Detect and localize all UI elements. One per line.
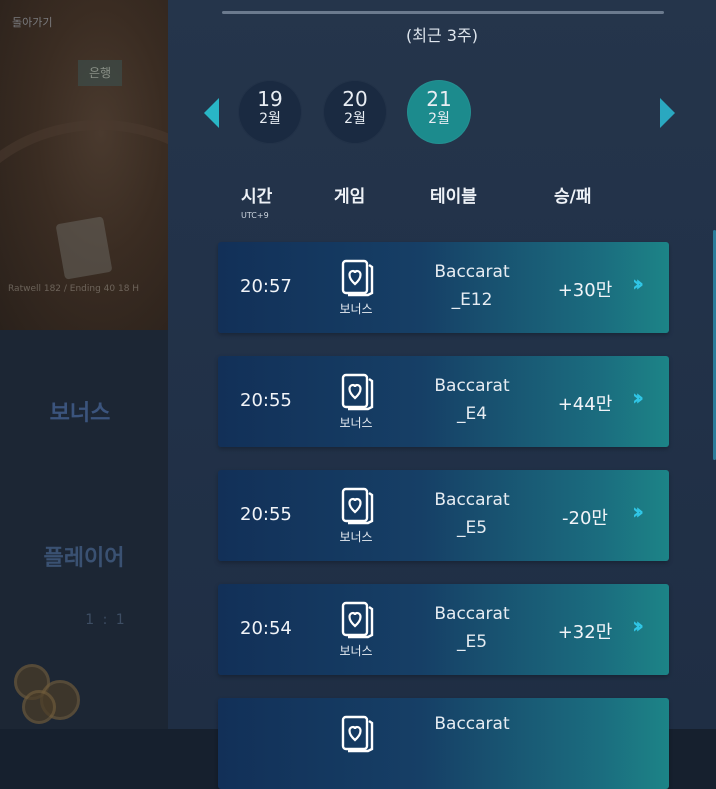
double-chevron-right-icon[interactable]: ››	[632, 386, 644, 411]
date-month: 2월	[259, 111, 281, 127]
row-game-type: 보너스	[339, 644, 373, 658]
dealer-sign: 은행	[78, 60, 122, 86]
bet-history-panel: (최근 3주) 19 2월 20 2월 21 2월 시간 UTC+9 게임 테이…	[168, 0, 716, 789]
row-table-name: Baccarat _E5	[414, 600, 530, 656]
table-name-line1: Baccarat	[434, 490, 510, 510]
playing-card-icon	[341, 601, 374, 639]
row-result: -20만	[562, 508, 608, 529]
double-chevron-right-icon[interactable]: ››	[632, 272, 644, 297]
double-chevron-right-icon[interactable]: ››	[632, 614, 644, 639]
table-name-line2: _E12	[451, 290, 493, 310]
game-backdrop: 돌아가기 은행 Ratwell 182 / Ending 40 18 H 보너스…	[0, 0, 168, 729]
row-result: +44만	[557, 394, 613, 415]
table-info-text: Ratwell 182 / Ending 40 18 H	[8, 284, 140, 294]
period-label: (최근 3주)	[406, 26, 478, 45]
row-game-type: 보너스	[339, 416, 373, 430]
row-table-name: Baccarat _E12	[414, 258, 530, 314]
playing-card-icon	[341, 487, 374, 525]
column-header-table: 테이블	[430, 187, 477, 207]
date-chip-selected[interactable]: 21 2월	[407, 80, 471, 144]
playing-card-icon	[341, 373, 374, 411]
playing-card-icon	[341, 259, 374, 297]
date-day: 21	[426, 87, 452, 111]
chip-icon	[22, 690, 56, 724]
row-table-name: Baccarat _E4	[414, 372, 530, 428]
history-row[interactable]: 20:55 보너스 Baccarat _E5 -20만 ››	[218, 470, 669, 561]
card-shoe	[55, 216, 113, 280]
date-month: 2월	[428, 111, 450, 127]
row-time: 20:57	[240, 276, 292, 297]
date-month: 2월	[344, 111, 366, 127]
table-name-line2: _E4	[456, 404, 488, 424]
panel-divider	[222, 11, 664, 14]
row-game-type: 보너스	[339, 530, 373, 544]
row-result: +32만	[557, 622, 613, 643]
date-day: 19	[257, 87, 283, 111]
date-chip[interactable]: 19 2월	[238, 80, 302, 144]
player-bet-label: 플레이어	[43, 546, 125, 571]
table-name-line1: Baccarat	[434, 714, 510, 734]
date-chip[interactable]: 20 2월	[323, 80, 387, 144]
row-time: 20:54	[240, 618, 292, 639]
playing-card-icon	[341, 715, 374, 753]
table-name-line1: Baccarat	[434, 376, 510, 396]
table-name-line2: _E5	[456, 518, 488, 538]
row-table-name: Baccarat	[414, 710, 530, 738]
history-row[interactable]: Baccarat	[218, 698, 669, 789]
row-time: 20:55	[240, 504, 292, 525]
date-day: 20	[342, 87, 368, 111]
bonus-bet-label: 보너스	[49, 401, 111, 426]
row-table-name: Baccarat _E5	[414, 486, 530, 542]
double-chevron-right-icon[interactable]: ››	[632, 500, 644, 525]
row-time: 20:55	[240, 390, 292, 411]
back-link[interactable]: 돌아가기	[12, 14, 52, 30]
chevron-left-icon[interactable]	[204, 98, 219, 128]
history-row[interactable]: 20:54 보너스 Baccarat _E5 +32만 ››	[218, 584, 669, 675]
row-result: +30만	[557, 280, 613, 301]
column-header-game: 게임	[334, 187, 366, 207]
row-game-type: 보너스	[339, 302, 373, 316]
chevron-right-icon[interactable]	[660, 98, 675, 128]
table-name-line1: Baccarat	[434, 604, 510, 624]
history-row[interactable]: 20:55 보너스 Baccarat _E4 +44만 ››	[218, 356, 669, 447]
column-header-result: 승/패	[554, 187, 592, 207]
timezone-label: UTC+9	[241, 211, 269, 220]
column-header-time: 시간	[241, 187, 273, 207]
payout-ratio: 1 : 1	[85, 612, 127, 628]
table-name-line2: _E5	[456, 632, 488, 652]
table-name-line1: Baccarat	[434, 262, 510, 282]
history-row[interactable]: 20:57 보너스 Baccarat _E12 +30만 ››	[218, 242, 669, 333]
